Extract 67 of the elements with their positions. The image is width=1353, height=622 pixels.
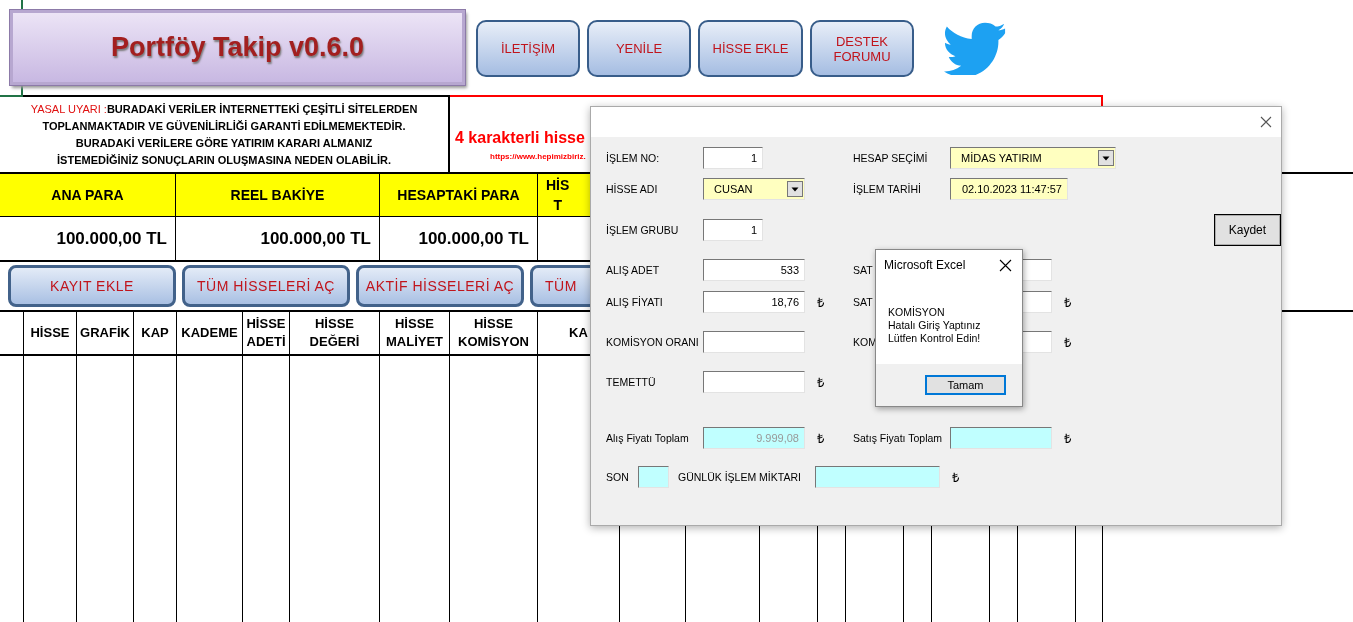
field-label: Alış Fiyatı Toplam xyxy=(606,432,689,444)
currency-symbol: ₺ xyxy=(817,430,824,447)
summary-header: REEL BAKİYE xyxy=(176,174,379,217)
summary-value: 100.000,00 TL xyxy=(418,228,529,249)
currency-symbol: ₺ xyxy=(817,294,824,311)
field-label: SON xyxy=(606,471,630,483)
column-header: HİSSE DEĞERİ xyxy=(308,315,361,351)
close-icon[interactable] xyxy=(1260,116,1272,128)
currency-symbol: ₺ xyxy=(952,469,959,486)
column-header: HİSSE ADETİ xyxy=(245,315,287,351)
column-header: HİSSE KOMİSYON xyxy=(457,315,530,351)
column-header: GRAFİK xyxy=(80,324,130,342)
bird-icon[interactable] xyxy=(944,22,1007,75)
website-link[interactable]: https://www.hepimizbiriz. xyxy=(490,152,586,161)
column-header: KAP xyxy=(141,324,169,342)
ok-button[interactable]: Tamam xyxy=(925,375,1006,395)
currency-symbol: ₺ xyxy=(817,374,824,391)
field-label: İŞLEM TARİHİ xyxy=(853,183,921,195)
dropdown-field[interactable]: MİDAS YATIRIM xyxy=(950,147,1116,169)
field-label: İŞLEM NO: xyxy=(606,152,660,164)
sheet-button[interactable]: İLETİŞİM xyxy=(476,20,580,77)
save-button[interactable]: Kaydet xyxy=(1213,214,1281,246)
field-label: TEMETTÜ xyxy=(606,376,656,388)
notice-text: 4 karakterli hisse xyxy=(455,129,585,147)
currency-symbol: ₺ xyxy=(1064,334,1071,351)
input-field[interactable]: 533 xyxy=(703,259,805,281)
column-header: KADEME xyxy=(181,324,238,342)
currency-symbol: ₺ xyxy=(1064,294,1071,311)
field-label: ALIŞ ADET xyxy=(606,264,660,276)
summary-header: ANA PARA xyxy=(0,174,175,217)
summary-value: 100.000,00 TL xyxy=(56,228,167,249)
sheet-button[interactable]: YENİLE xyxy=(587,20,691,77)
input-field[interactable] xyxy=(703,371,805,393)
field-label: Satış Fiyatı Toplam xyxy=(853,432,943,444)
column-header: HİSSE xyxy=(30,324,70,342)
sheet-button[interactable]: TÜM HİSSELERİ AÇ xyxy=(182,265,350,307)
dropdown-field[interactable]: CUSAN xyxy=(703,178,805,200)
field-label: HESAP SEÇİMİ xyxy=(853,152,928,164)
title-button[interactable]: Portföy Takip v0.6.0 xyxy=(10,10,465,85)
input-field[interactable]: 02.10.2023 11:47:57 xyxy=(950,178,1068,200)
column-header: KA xyxy=(569,324,588,342)
input-field[interactable]: 1 xyxy=(703,147,763,169)
field-label: HİSSE ADI xyxy=(606,183,658,195)
field-label: SAT xyxy=(853,264,873,276)
field-label: ALIŞ FİYATI xyxy=(606,296,663,308)
input-field[interactable] xyxy=(638,466,669,488)
field-label: GÜNLÜK İŞLEM MİKTARI xyxy=(678,471,802,483)
field-label: İŞLEM GRUBU xyxy=(606,224,679,236)
summary-value: 100.000,00 TL xyxy=(260,228,371,249)
sheet-button[interactable]: DESTEK FORUMU xyxy=(810,20,914,77)
dialog-title: Microsoft Excel xyxy=(884,258,966,272)
input-field[interactable]: 1 xyxy=(703,219,763,241)
field-label: KOMİSYON ORANI xyxy=(606,336,699,348)
summary-header: HESAPTAKİ PARA xyxy=(380,174,537,217)
sheet-button[interactable]: KAYIT EKLE xyxy=(8,265,176,307)
disclaimer-text: YASAL UYARI :BURADAKİ VERİLER İNTERNETTEKİ ÇEŞİTLİ SİTELERDEN TOPLANMAKTADIR VE GÜVENİLİRLİĞİ GARANTİ EDİLMEMEKTEDİR. BURADAKİ VERİLERE GÖRE YATIRIM KARARI ALMANIZ İSTEMEDİĞİNİZ SONUÇLARIN OLUŞMASINA NEDEN OLABİLİR. xyxy=(30,101,418,168)
input-field[interactable] xyxy=(815,466,940,488)
sheet-button[interactable]: AKTİF HİSSELERİ AÇ xyxy=(356,265,524,307)
close-icon[interactable] xyxy=(999,258,1012,272)
input-field[interactable]: 18,76 xyxy=(703,291,805,313)
message-text: KOMİSYON Hatalı Giriş Yaptınız Lütfen Kontrol Edin! xyxy=(888,306,982,345)
currency-symbol: ₺ xyxy=(1064,430,1071,447)
column-header: HİSSE MALİYET xyxy=(384,315,445,351)
input-field[interactable] xyxy=(950,427,1052,449)
field-label: SAT xyxy=(853,296,873,308)
input-field[interactable] xyxy=(703,331,805,353)
sheet-button[interactable]: HİSSE EKLE xyxy=(698,20,803,77)
